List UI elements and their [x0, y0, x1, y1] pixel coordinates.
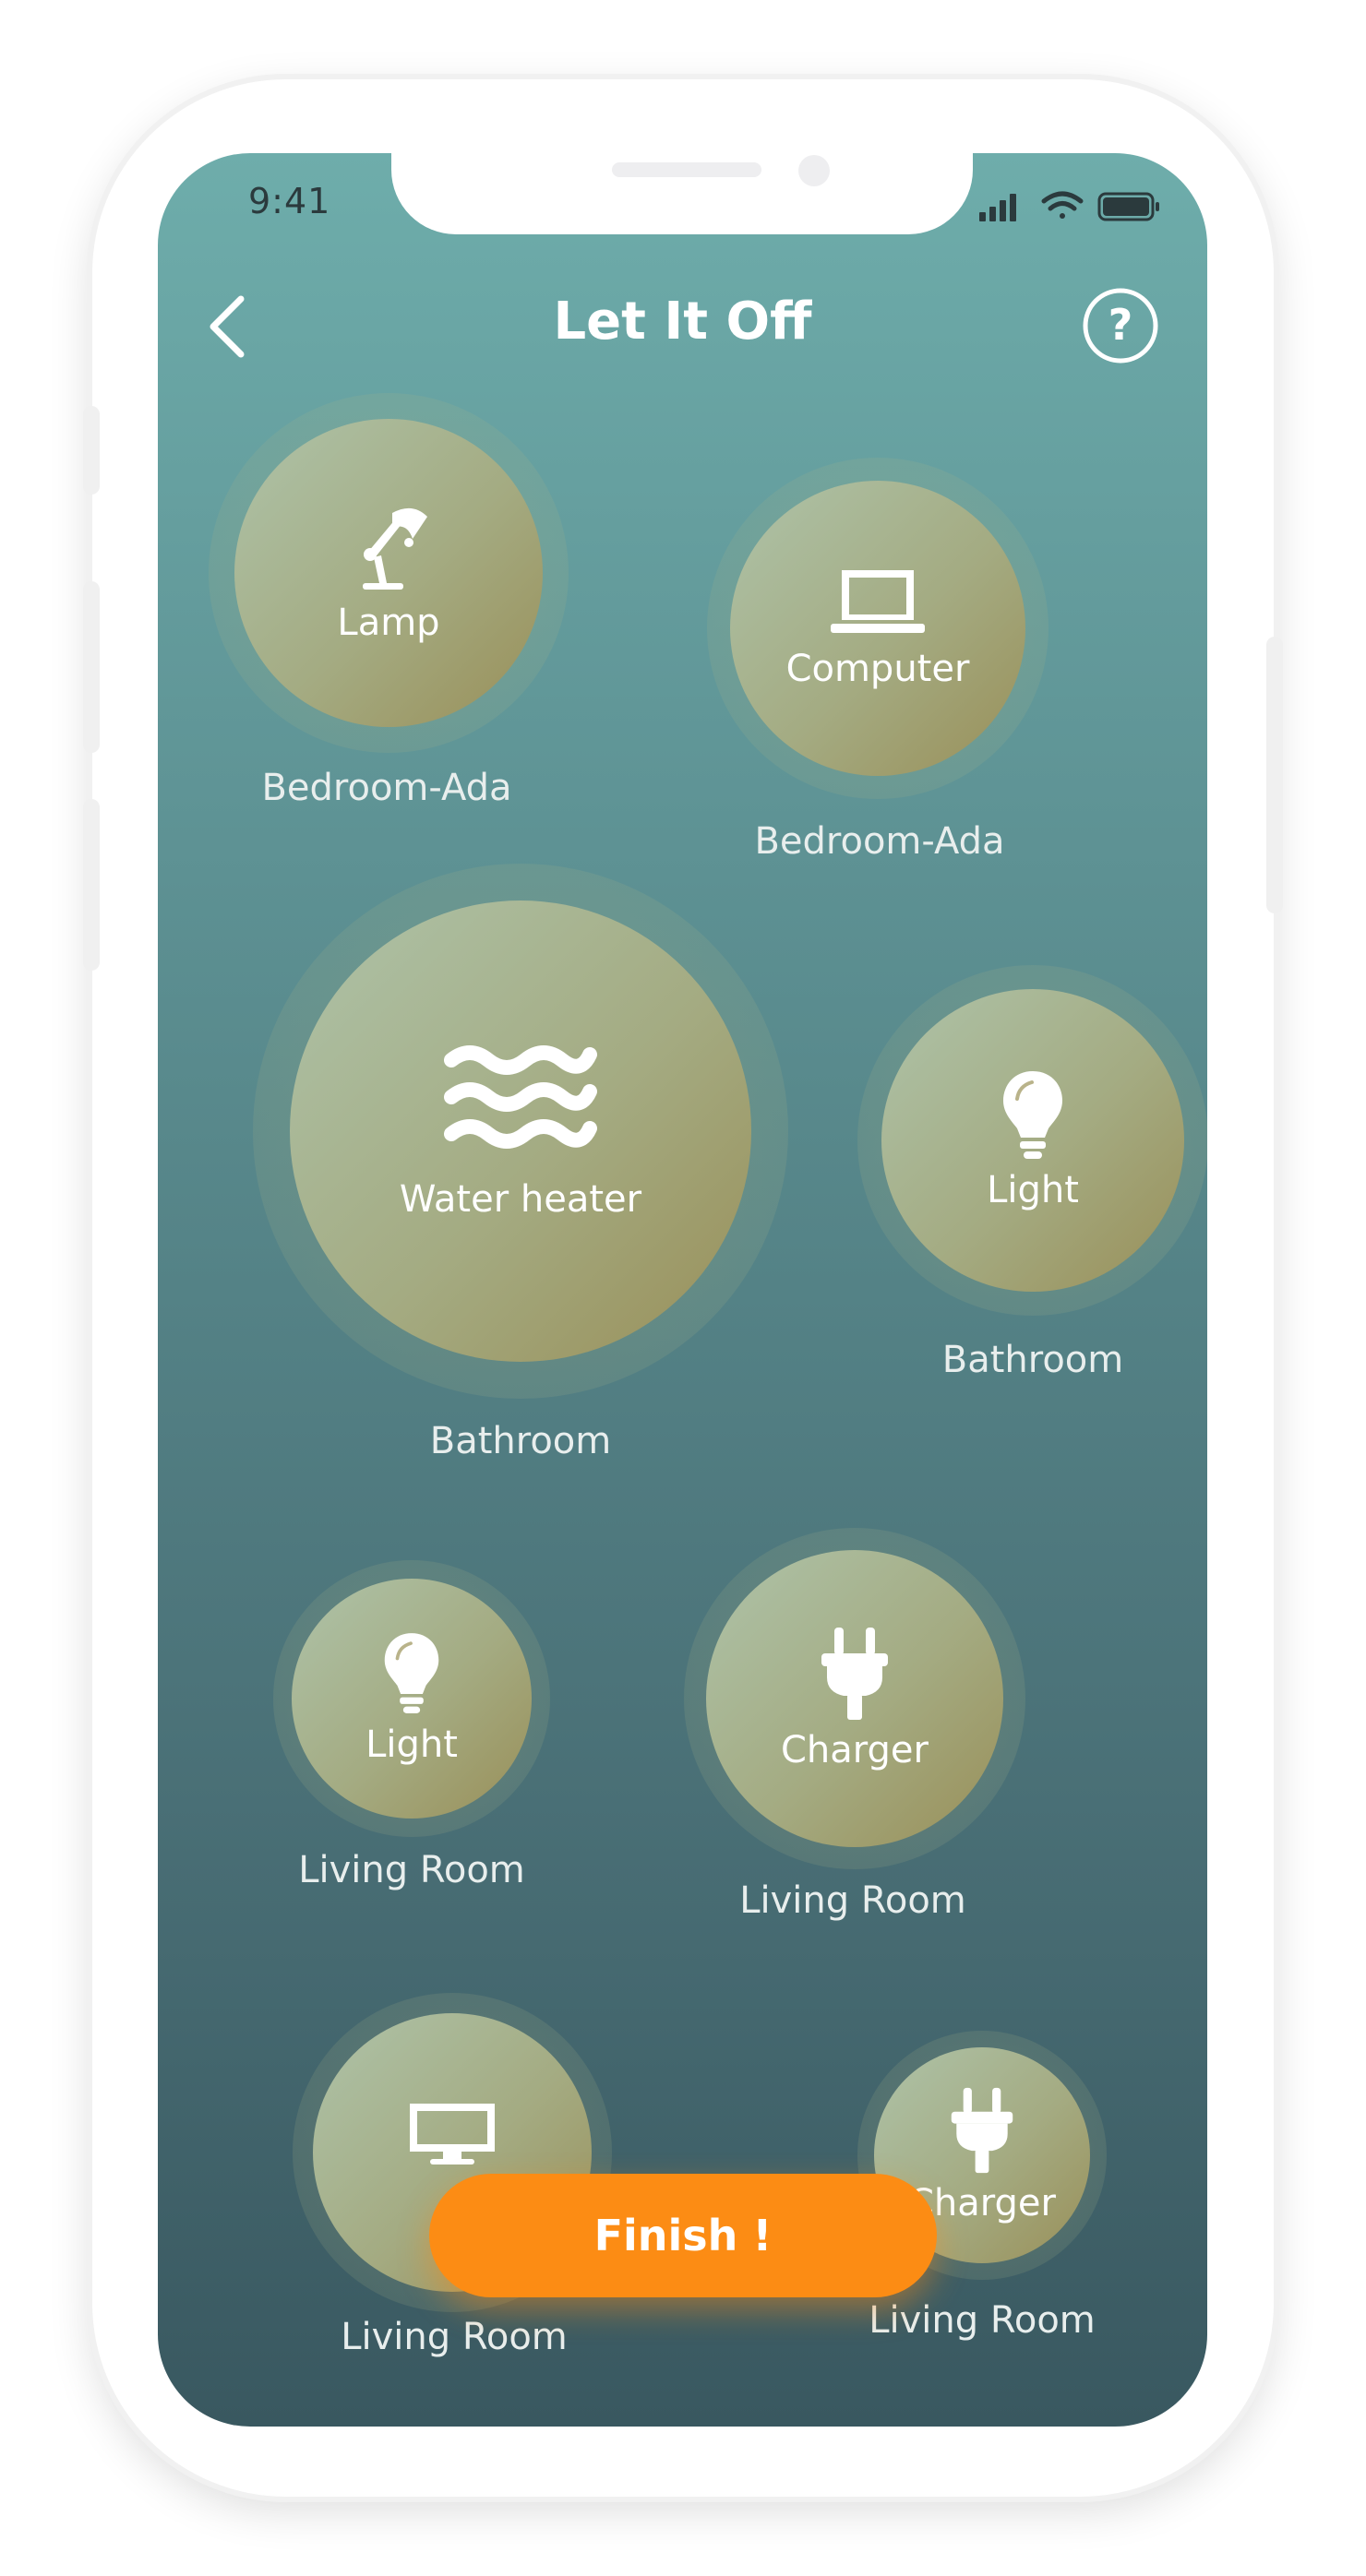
volume-down-button [83, 799, 100, 971]
device-computer[interactable]: Computer [707, 458, 1048, 799]
plug-icon [951, 2087, 1013, 2174]
room-label: Living Room [341, 2316, 568, 2358]
device-light-bathroom[interactable]: Light [857, 965, 1207, 1316]
volume-up-button [83, 581, 100, 753]
room-label: Bathroom [429, 1420, 612, 1462]
room-label: Bathroom [941, 1339, 1124, 1381]
svg-text:?: ? [1108, 300, 1133, 350]
help-button[interactable]: ? [1081, 286, 1160, 365]
device-name: Lamp [337, 602, 440, 644]
waves-icon [444, 1045, 597, 1149]
device-name: Light [365, 1723, 458, 1766]
finish-button[interactable]: Finish ! [429, 2174, 937, 2297]
mute-switch [83, 406, 100, 495]
battery-icon [1097, 192, 1159, 221]
status-time: 9:41 [248, 181, 331, 221]
monitor-icon [410, 2104, 495, 2165]
front-camera [798, 155, 830, 186]
plug-icon [821, 1628, 888, 1720]
app-screen: 9:41 Let It Off ? Lamp Bedroom-Ada Compu… [158, 153, 1207, 2427]
lightbulb-icon [384, 1633, 439, 1713]
help-icon: ? [1083, 288, 1158, 364]
device-charger-living-room[interactable]: Charger [684, 1528, 1025, 1869]
room-label: Bedroom-Ada [754, 820, 1005, 863]
device-bubble: Light [881, 989, 1184, 1292]
room-label: Bedroom-Ada [261, 767, 512, 809]
device-water-heater[interactable]: Water heater [253, 864, 788, 1399]
lamp-icon [363, 507, 427, 590]
power-button [1266, 637, 1283, 913]
wifi-icon [1041, 191, 1084, 219]
room-label: Living Room [298, 1849, 525, 1891]
device-name: Water heater [399, 1178, 642, 1221]
device-bubble: Light [292, 1579, 532, 1819]
device-name: Computer [785, 648, 970, 690]
device-bubble: Lamp [234, 419, 543, 727]
signal-icon [979, 194, 1016, 221]
status-icons [979, 190, 1164, 221]
room-label: Living Room [739, 1879, 966, 1922]
room-label: Living Room [869, 2299, 1096, 2342]
device-name: Charger [781, 1729, 929, 1771]
device-bubble: Water heater [290, 900, 751, 1362]
laptop-icon [831, 570, 925, 633]
notch [391, 153, 973, 234]
speaker [612, 162, 761, 177]
lightbulb-icon [1003, 1071, 1062, 1159]
device-name: Light [987, 1169, 1079, 1211]
device-light-living-room[interactable]: Light [273, 1560, 550, 1837]
page-title: Let It Off [553, 292, 812, 352]
device-bubble: Charger [706, 1550, 1003, 1847]
device-bubble: Computer [730, 481, 1025, 776]
device-lamp[interactable]: Lamp [209, 393, 569, 753]
